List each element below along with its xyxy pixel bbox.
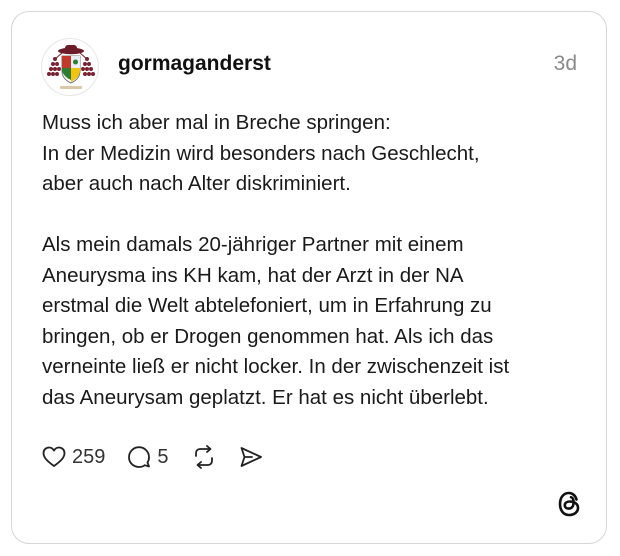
repost-button[interactable] xyxy=(191,445,217,469)
like-count: 259 xyxy=(72,445,106,468)
post-body-text: Muss ich aber mal in Breche springen: In… xyxy=(42,111,510,409)
reply-button[interactable]: 5 xyxy=(127,445,169,469)
coat-of-arms-icon xyxy=(47,45,95,89)
speech-bubble-icon xyxy=(128,446,151,468)
username[interactable]: gormaganderst xyxy=(118,52,271,76)
threads-logo-icon[interactable] xyxy=(556,490,582,518)
repost-icon xyxy=(194,445,213,469)
send-icon xyxy=(240,447,262,467)
like-button[interactable]: 259 xyxy=(42,446,105,469)
post-card: gormaganderst 3d Muss ich aber mal in Br… xyxy=(11,11,607,544)
post-header: gormaganderst 3d xyxy=(41,38,577,98)
post-timestamp: 3d xyxy=(553,52,577,75)
reply-count: 5 xyxy=(157,445,169,468)
avatar[interactable] xyxy=(41,38,99,96)
heart-icon xyxy=(42,446,66,467)
share-button[interactable] xyxy=(239,446,263,468)
post-actions-bar: 259 5 xyxy=(42,440,285,474)
